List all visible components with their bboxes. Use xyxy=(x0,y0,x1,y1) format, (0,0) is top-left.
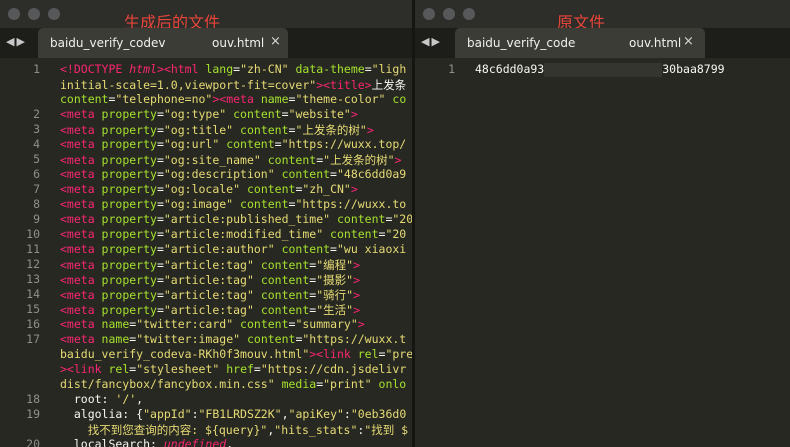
line-number: 9 xyxy=(33,212,40,226)
code-line: <meta name="twitter:card" content="summa… xyxy=(60,317,365,331)
tab-label-end: ouv.html xyxy=(629,36,682,50)
code-line: root: '/', xyxy=(60,392,144,406)
code-line: <meta property="og:locale" content="zh_C… xyxy=(60,182,358,196)
code-editor[interactable]: 1 <!DOCTYPE html><html lang="zh-CN" data-… xyxy=(0,58,412,447)
tab-nav-arrows[interactable]: ◀▶ xyxy=(6,35,27,48)
minimize-window-button[interactable] xyxy=(443,8,455,20)
line-number: 15 xyxy=(26,302,40,316)
code-line: 找不到您查询的内容: ${query}","hits_stats":"找到 $ xyxy=(60,423,409,437)
close-icon[interactable]: × xyxy=(683,34,694,49)
line-number: 1 xyxy=(448,62,455,76)
code-line: <meta name="twitter:image" content="http… xyxy=(60,332,407,346)
chevron-right-icon[interactable]: ▶ xyxy=(16,35,26,48)
code-line: <meta property="article:tag" content="生活… xyxy=(60,303,361,317)
window-controls xyxy=(8,8,60,20)
line-number: 13 xyxy=(26,272,40,286)
line-number: 11 xyxy=(26,242,40,256)
code-line: <meta property="og:site_name" content="上… xyxy=(60,153,409,167)
code-line: algolia: {"appId":"FB1LRDSZ2K","apiKey":… xyxy=(60,407,407,421)
line-number: 6 xyxy=(33,167,40,181)
tab-file[interactable]: baidu_verify_codev ouv.html × xyxy=(38,28,288,58)
chevron-left-icon[interactable]: ◀ xyxy=(6,35,16,48)
code-line: content="telephone=no"><meta name="theme… xyxy=(60,92,407,106)
line-number: 14 xyxy=(26,287,40,301)
close-icon[interactable]: × xyxy=(270,34,281,49)
zoom-window-button[interactable] xyxy=(463,8,475,20)
chevron-left-icon[interactable]: ◀ xyxy=(421,35,431,48)
redaction xyxy=(190,32,210,54)
chevron-right-icon[interactable]: ▶ xyxy=(431,35,441,48)
code-line: <meta property="og:url" content="https:/… xyxy=(60,137,407,151)
titlebar: 生成后的文件 xyxy=(0,0,412,32)
code-line: <meta property="og:image" content="https… xyxy=(60,197,407,211)
line-number: 16 xyxy=(26,317,40,331)
code-line: 48c6dd0a93 30baa8799 xyxy=(475,62,725,77)
code-line: dist/fancybox/fancybox.min.css" media="p… xyxy=(60,377,407,391)
code-line: <meta property="article:tag" content="摄影… xyxy=(60,273,361,287)
code-line: <meta property="article:modified_time" c… xyxy=(60,227,407,241)
code-line: <meta property="og:description" content=… xyxy=(60,167,407,181)
line-number: 20 xyxy=(26,437,40,447)
close-window-button[interactable] xyxy=(423,8,435,20)
code-line: localSearch: undefined, xyxy=(60,437,234,447)
code-line: <meta property="og:type" content="websit… xyxy=(60,107,358,121)
line-number: 3 xyxy=(33,122,40,136)
line-number: 5 xyxy=(33,152,40,166)
line-number: 7 xyxy=(33,182,40,196)
code-line: <meta property="article:published_time" … xyxy=(60,212,412,226)
line-number: 8 xyxy=(33,197,40,211)
redaction xyxy=(544,62,663,77)
line-number: 12 xyxy=(26,257,40,271)
line-number: 17 xyxy=(26,332,40,346)
tab-label-start: baidu_verify_codev xyxy=(50,36,166,50)
left-editor-window: 生成后的文件 ◀▶ baidu_verify_codev ouv.html × … xyxy=(0,0,412,447)
line-number: 1 xyxy=(33,62,40,76)
code-line: ><link rel="stylesheet" href="https://cd… xyxy=(60,362,407,376)
line-number: 10 xyxy=(26,227,40,241)
minimize-window-button[interactable] xyxy=(28,8,40,20)
tab-file[interactable]: baidu_verify_code ouv.html × xyxy=(455,28,705,58)
tab-label-start: baidu_verify_code xyxy=(467,36,576,50)
tab-label-end: ouv.html xyxy=(212,36,265,50)
tab-bar: ◀▶ baidu_verify_code ouv.html × xyxy=(415,28,790,58)
line-number: 2 xyxy=(33,107,40,121)
close-window-button[interactable] xyxy=(8,8,20,20)
code-line: <meta property="article:tag" content="骑行… xyxy=(60,288,361,302)
zoom-window-button[interactable] xyxy=(48,8,60,20)
code-editor[interactable]: 1 48c6dd0a93 30baa8799 xyxy=(415,58,790,447)
titlebar: 原文件 xyxy=(415,0,790,32)
line-number: 18 xyxy=(26,392,40,406)
line-number: 19 xyxy=(26,407,40,421)
code-line: initial-scale=1.0,viewport-fit=cover"><t… xyxy=(60,78,407,92)
line-number: 4 xyxy=(33,137,40,151)
code-line: <meta property="og:title" content="上发条的树… xyxy=(60,123,374,137)
tab-nav-arrows[interactable]: ◀▶ xyxy=(421,35,442,48)
redaction xyxy=(605,32,627,54)
code-line: <meta property="article:tag" content="编程… xyxy=(60,258,361,272)
code-line: <meta property="article:author" content=… xyxy=(60,242,407,256)
code-line: <!DOCTYPE html><html lang="zh-CN" data-t… xyxy=(60,62,407,76)
right-editor-window: 原文件 ◀▶ baidu_verify_code ouv.html × 1 48c… xyxy=(415,0,790,447)
window-controls xyxy=(423,8,475,20)
tab-bar: ◀▶ baidu_verify_codev ouv.html × xyxy=(0,28,412,58)
code-line: baidu_verify_codeva-RKh0f3mouv.html"><li… xyxy=(60,347,412,361)
